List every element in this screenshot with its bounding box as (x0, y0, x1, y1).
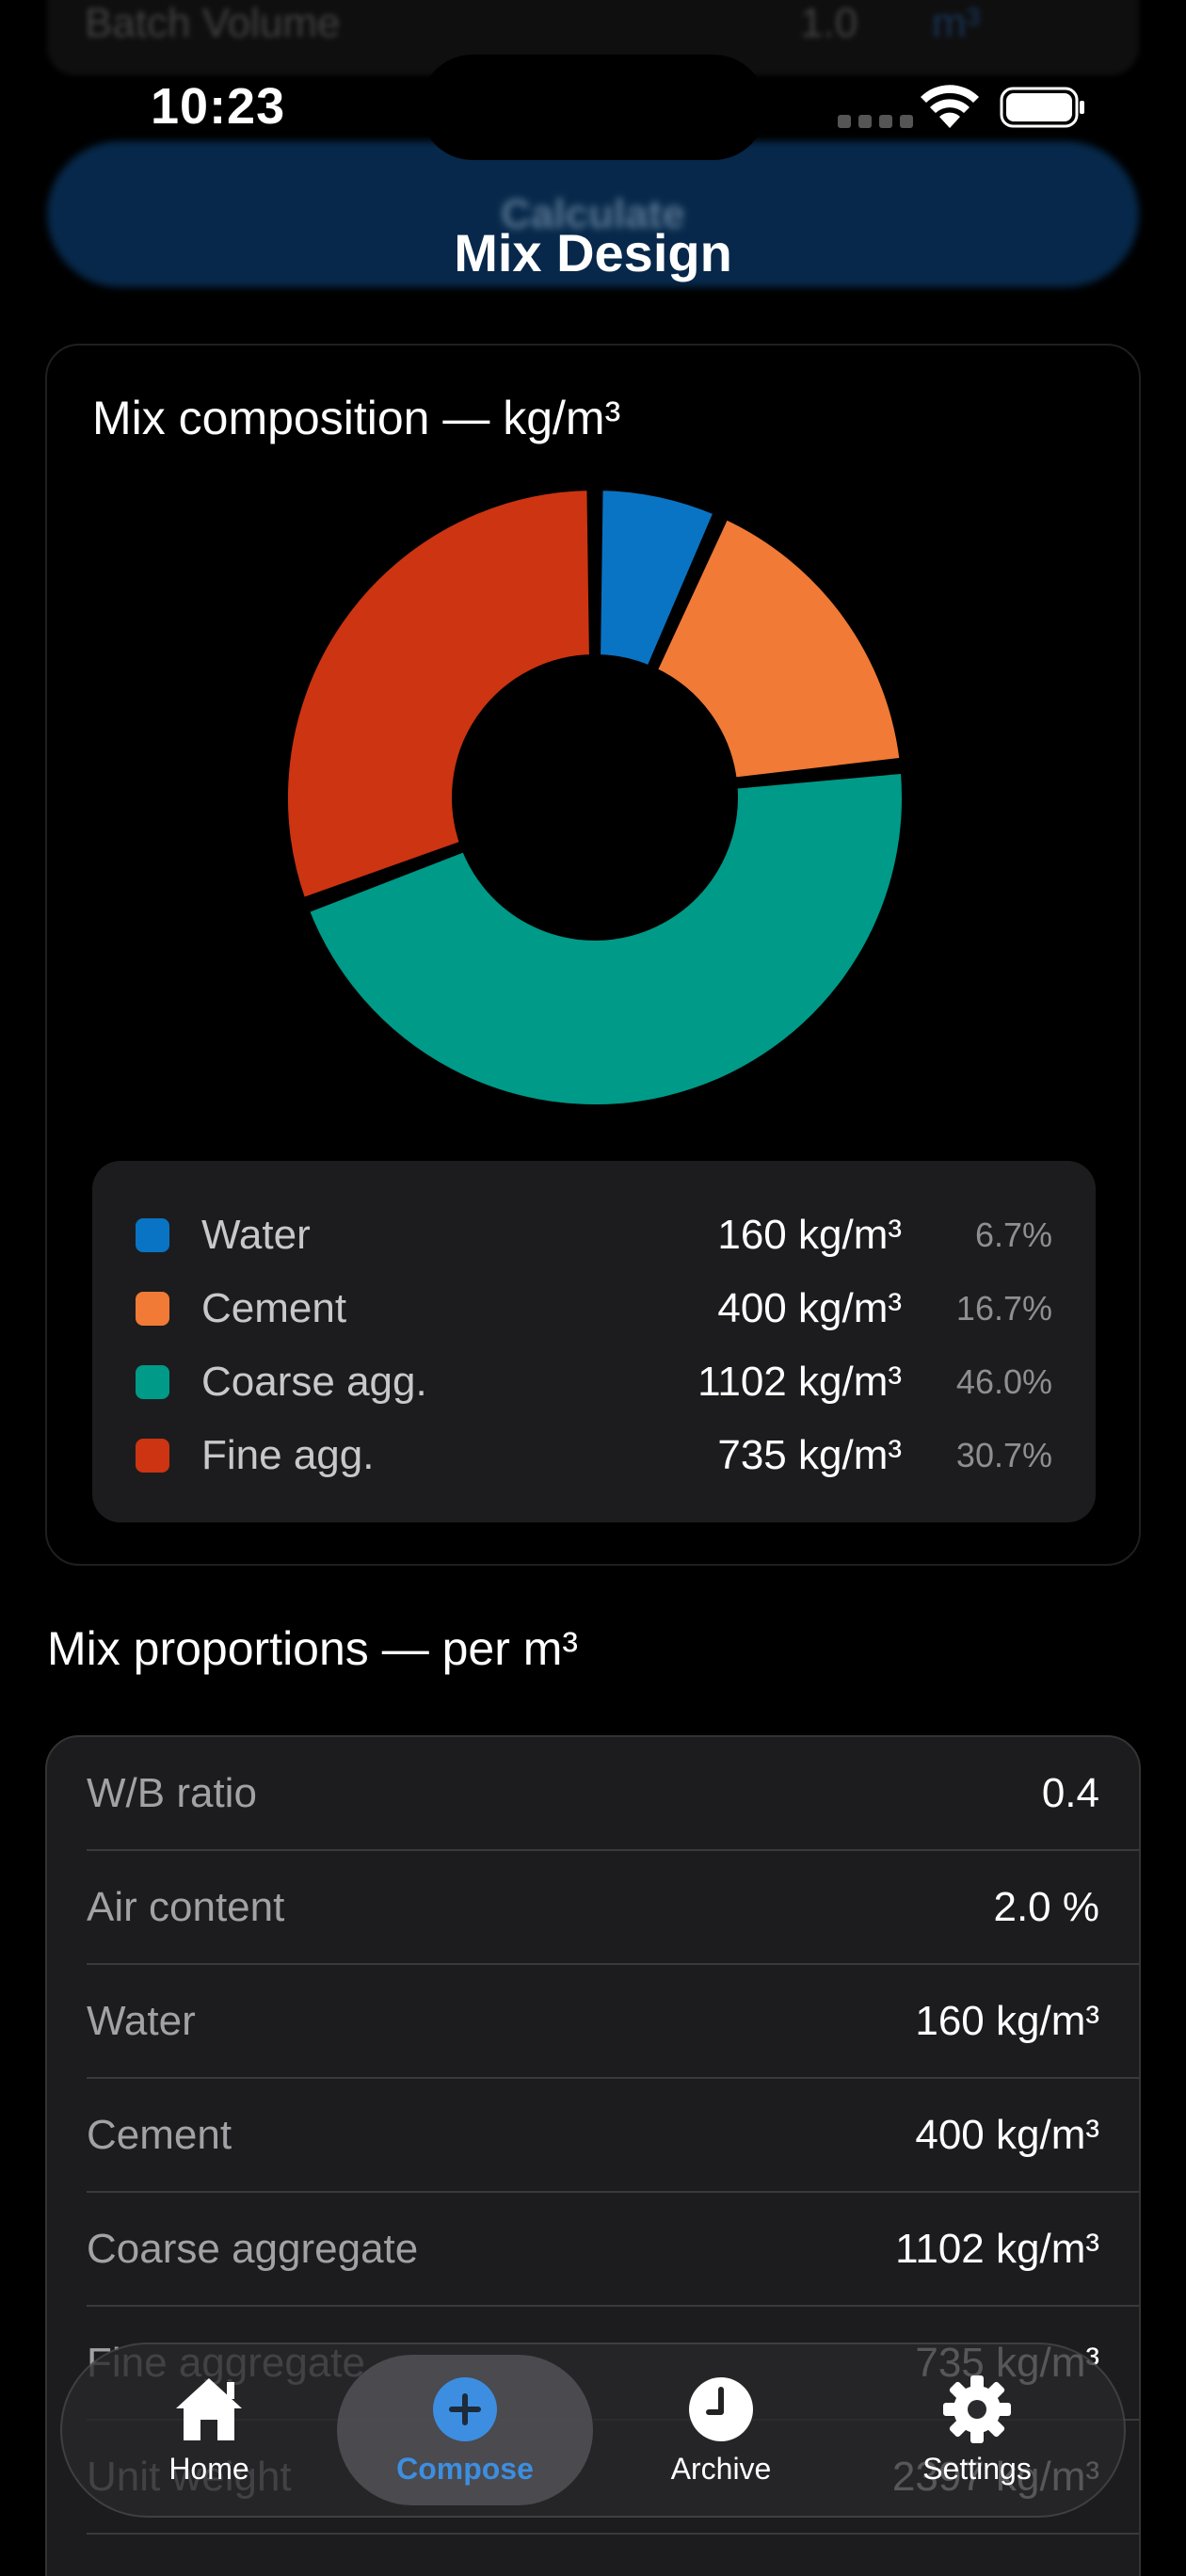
clock-icon (689, 2376, 753, 2441)
legend-name: Fine agg. (201, 1432, 375, 1478)
chart-legend: Water 160 kg/m³ 6.7% Cement 400 kg/m³ 16.7% Co… (92, 1161, 1096, 1522)
row-label: Cement (87, 2111, 232, 2158)
donut-slice-fine-agg (280, 483, 597, 906)
gear-icon (943, 2375, 1011, 2443)
mix-proportions-title: Mix proportions — per m³ (47, 1622, 579, 1675)
legend-swatch (136, 1365, 169, 1399)
table-row: Air content 2.0 % (87, 1851, 1139, 1965)
row-label: Air content (87, 1883, 285, 1930)
legend-swatch (136, 1439, 169, 1473)
batch-volume-value: 1.0 (800, 0, 858, 46)
tab-compose-label: Compose (396, 2451, 534, 2486)
row-value: 1102 kg/m³ (895, 2225, 1099, 2272)
legend-name: Coarse agg. (201, 1359, 427, 1405)
tab-settings-label: Settings (922, 2451, 1032, 2486)
row-label: W/B ratio (87, 1769, 257, 1816)
legend-item: Fine agg. 735 kg/m³ 30.7% (136, 1419, 1052, 1492)
legend-percent: 6.7% (974, 1216, 1052, 1254)
legend-swatch (136, 1292, 169, 1326)
legend-swatch (136, 1218, 169, 1252)
mix-composition-card: Mix composition — kg/m³ Water 160 kg/m³ 6.… (45, 344, 1141, 1566)
row-value: 400 kg/m³ (915, 2111, 1099, 2158)
legend-percent: 46.0% (955, 1362, 1052, 1401)
legend-item: Coarse agg. 1102 kg/m³ 46.0% (136, 1345, 1052, 1419)
legend-percent: 30.7% (955, 1436, 1052, 1474)
plus-circle-icon (433, 2376, 497, 2441)
table-row: Water 160 kg/m³ (87, 1965, 1139, 2079)
status-time: 10:23 (151, 78, 286, 135)
legend-value: 1102 kg/m³ (697, 1359, 902, 1405)
legend-value: 160 kg/m³ (717, 1212, 902, 1258)
tab-home-label: Home (168, 2451, 249, 2486)
tab-settings[interactable]: Settings (849, 2355, 1105, 2505)
wifi-icon (921, 85, 979, 128)
row-value: 2.0 % (993, 1883, 1099, 1930)
tab-archive[interactable]: Archive (593, 2355, 849, 2505)
page-title: Mix Design (454, 223, 732, 282)
dynamic-island (420, 55, 766, 160)
legend-percent: 16.7% (955, 1289, 1052, 1328)
legend-item: Water 160 kg/m³ 6.7% (136, 1199, 1052, 1272)
batch-volume-unit: m³ (932, 0, 981, 46)
tab-compose[interactable]: Compose (337, 2355, 593, 2505)
battery-icon (1000, 87, 1084, 128)
tab-home[interactable]: Home (81, 2355, 337, 2505)
tab-archive-label: Archive (670, 2451, 772, 2486)
legend-name: Cement (201, 1285, 347, 1331)
row-label: Coarse aggregate (87, 2225, 419, 2272)
cellular-signal-icon (838, 115, 913, 128)
row-value: 160 kg/m³ (915, 1997, 1099, 2044)
house-icon (176, 2377, 242, 2440)
row-label: Water (87, 1997, 196, 2044)
mix-composition-donut-chart (280, 483, 909, 1112)
tab-bar: Home Compose Archive Settings (60, 2343, 1126, 2518)
table-row: Coarse aggregate 1102 kg/m³ (87, 2193, 1139, 2307)
row-value: 0.4 (1041, 1769, 1099, 1816)
table-row: Cement 400 kg/m³ (87, 2079, 1139, 2193)
batch-volume-label: Batch Volume (85, 0, 341, 46)
table-row: W/B ratio 0.4 (87, 1737, 1139, 1851)
legend-name: Water (201, 1212, 311, 1258)
chart-title: Mix composition — kg/m³ (92, 392, 621, 444)
legend-item: Cement 400 kg/m³ 16.7% (136, 1272, 1052, 1345)
legend-value: 400 kg/m³ (717, 1285, 902, 1331)
legend-value: 735 kg/m³ (717, 1432, 902, 1478)
